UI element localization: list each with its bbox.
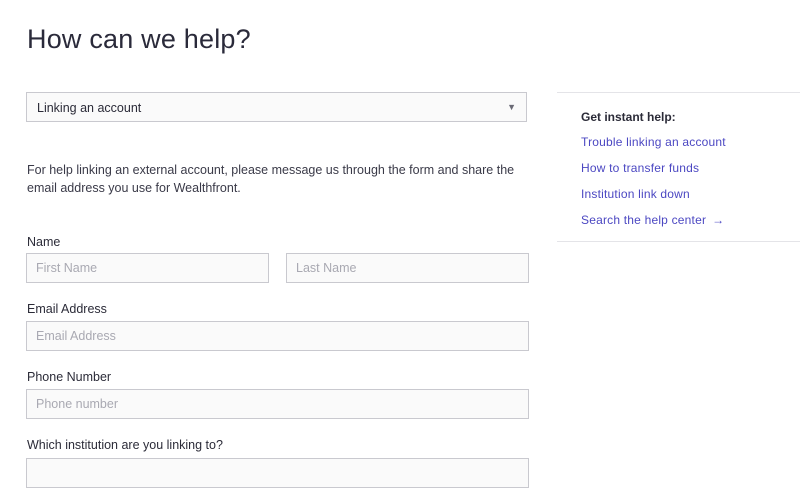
- helper-text: For help linking an external account, pl…: [27, 163, 515, 195]
- email-label: Email Address: [27, 302, 107, 316]
- email-input[interactable]: [26, 321, 529, 351]
- page-title: How can we help?: [27, 24, 251, 54]
- last-name-input[interactable]: [286, 253, 529, 283]
- search-help-center-label: Search the help center: [581, 213, 707, 227]
- trouble-linking-link[interactable]: Trouble linking an account: [581, 135, 726, 149]
- transfer-funds-link[interactable]: How to transfer funds: [581, 161, 699, 175]
- instant-help-panel: Get instant help: Trouble linking an acc…: [557, 92, 800, 242]
- topic-select[interactable]: Linking an account ▼: [26, 92, 527, 122]
- instant-help-title: Get instant help:: [581, 110, 676, 124]
- name-label: Name: [27, 235, 61, 249]
- institution-link-down-link[interactable]: Institution link down: [581, 187, 690, 201]
- chevron-down-icon: ▼: [507, 102, 516, 112]
- topic-select-value: Linking an account: [37, 101, 142, 115]
- phone-label: Phone Number: [27, 370, 112, 384]
- phone-input[interactable]: [26, 389, 529, 419]
- first-name-input[interactable]: [26, 253, 269, 283]
- search-help-center-link[interactable]: Search the help center →: [581, 213, 724, 227]
- institution-label: Which institution are you linking to?: [27, 438, 223, 452]
- arrow-right-icon: →: [712, 213, 725, 227]
- institution-input[interactable]: [26, 458, 529, 488]
